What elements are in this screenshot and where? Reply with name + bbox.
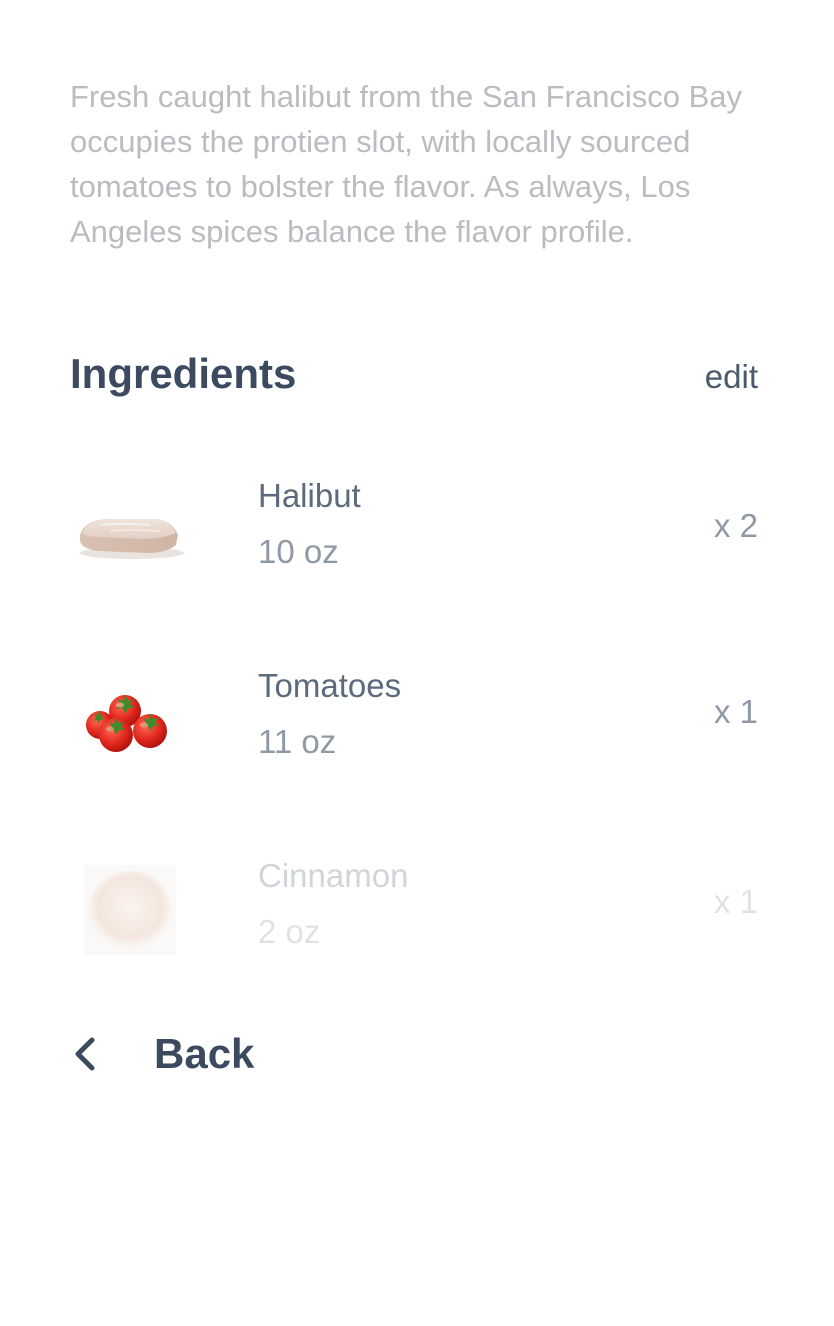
ingredient-amount: 11 oz <box>258 723 337 760</box>
ingredient-name: Cinnamon <box>258 857 409 894</box>
ingredient-quantity: x 1 <box>713 693 758 730</box>
back-label: Back <box>154 1030 255 1077</box>
recipe-description: Fresh caught halibut from the San Franci… <box>70 79 742 249</box>
ingredient-amount: 10 oz <box>258 533 339 570</box>
ingredient-amount: 2 oz <box>258 913 321 950</box>
tomatoes-image <box>70 665 190 775</box>
ingredients-title: Ingredients <box>70 350 297 397</box>
ingredient-quantity: x 2 <box>713 507 758 544</box>
ingredient-row-cinnamon[interactable]: Cinnamon 2 oz x 1 <box>70 845 758 975</box>
ingredient-quantity: x 1 <box>713 883 758 920</box>
cinnamon-powder-image <box>70 855 190 965</box>
ingredients-header: Ingredients edit <box>70 346 758 402</box>
ingredient-name: Halibut <box>258 477 361 514</box>
ingredient-name: Tomatoes <box>258 667 402 704</box>
ingredient-row-tomatoes[interactable]: Tomatoes 11 oz x 1 <box>70 655 758 785</box>
chevron-left-icon <box>75 1037 95 1071</box>
edit-ingredients-link[interactable]: edit <box>705 352 758 396</box>
back-button[interactable]: Back <box>70 1024 254 1084</box>
ingredient-row-halibut[interactable]: Halibut 10 oz x 2 <box>70 465 758 595</box>
halibut-fillet-image <box>70 475 190 585</box>
